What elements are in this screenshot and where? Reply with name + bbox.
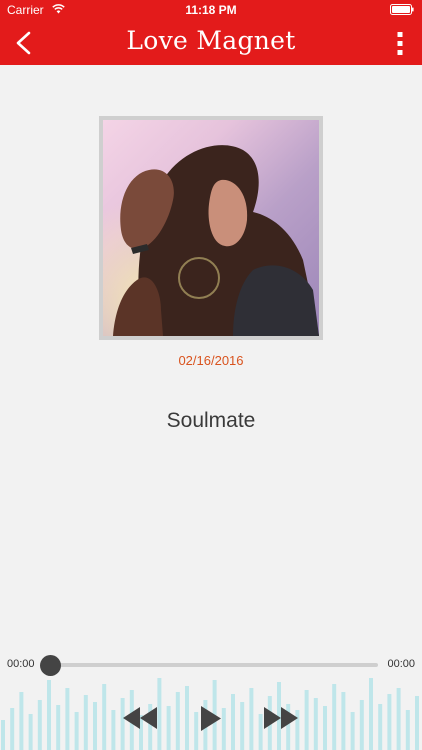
visualizer-bar: [231, 694, 235, 750]
page-title: Love Magnet: [126, 26, 296, 55]
visualizer-bar: [175, 692, 180, 750]
visualizer-bar: [221, 708, 226, 750]
visualizer-bar: [37, 700, 42, 750]
visualizer-bar: [102, 684, 107, 750]
status-bar: Carrier 11:18 PM: [0, 0, 422, 20]
artwork-photo: [103, 120, 319, 336]
navigation-bar: Love Magnet: [0, 20, 422, 65]
visualizer-bar: [83, 695, 88, 750]
visualizer-bar: [166, 706, 171, 750]
visualizer-bar: [378, 704, 383, 750]
seek-thumb[interactable]: [40, 655, 61, 676]
seek-bar[interactable]: [48, 663, 378, 667]
visualizer-bar: [65, 688, 70, 750]
visualizer-bar: [258, 714, 263, 750]
visualizer-bar: [56, 705, 61, 750]
visualizer-bar: [304, 690, 309, 750]
rewind-button[interactable]: [123, 707, 157, 729]
total-duration: 00:00: [387, 658, 415, 670]
visualizer-bar: [28, 714, 33, 750]
elapsed-time: 00:00: [7, 658, 35, 670]
visualizer-bar: [249, 688, 254, 750]
visualizer-bar: [111, 710, 116, 750]
visualizer-bar: [157, 678, 162, 750]
visualizer-bar: [396, 688, 401, 750]
release-date: 02/16/2016: [178, 353, 244, 368]
audio-visualizer: [1, 678, 419, 750]
visualizer-bar: [10, 708, 15, 750]
visualizer-bar: [194, 712, 199, 750]
visualizer-bar: [1, 720, 5, 750]
visualizer-bar: [387, 694, 392, 750]
visualizer-bar: [415, 696, 419, 750]
fast-forward-button[interactable]: [264, 707, 298, 729]
album-artwork-frame: [99, 116, 323, 340]
visualizer-bar: [350, 712, 355, 750]
song-title: Soulmate: [166, 409, 256, 432]
visualizer-bar: [369, 678, 373, 750]
visualizer-bar: [240, 702, 245, 750]
more-options-button[interactable]: [392, 30, 408, 56]
battery-icon: [390, 4, 414, 15]
play-button[interactable]: [201, 706, 221, 731]
visualizer-bar: [185, 686, 189, 750]
album-artwork: [103, 120, 319, 336]
visualizer-bar: [47, 680, 51, 750]
visualizer-bar: [359, 700, 364, 750]
visualizer-bar: [341, 692, 346, 750]
visualizer-bar: [19, 692, 24, 750]
visualizer-bar: [332, 684, 337, 750]
visualizer-bar: [313, 698, 318, 750]
visualizer-bar: [93, 702, 97, 750]
visualizer-bar: [323, 706, 327, 750]
visualizer-bar: [405, 710, 410, 750]
visualizer-bar: [74, 712, 79, 750]
status-time: 11:18 PM: [185, 3, 237, 17]
